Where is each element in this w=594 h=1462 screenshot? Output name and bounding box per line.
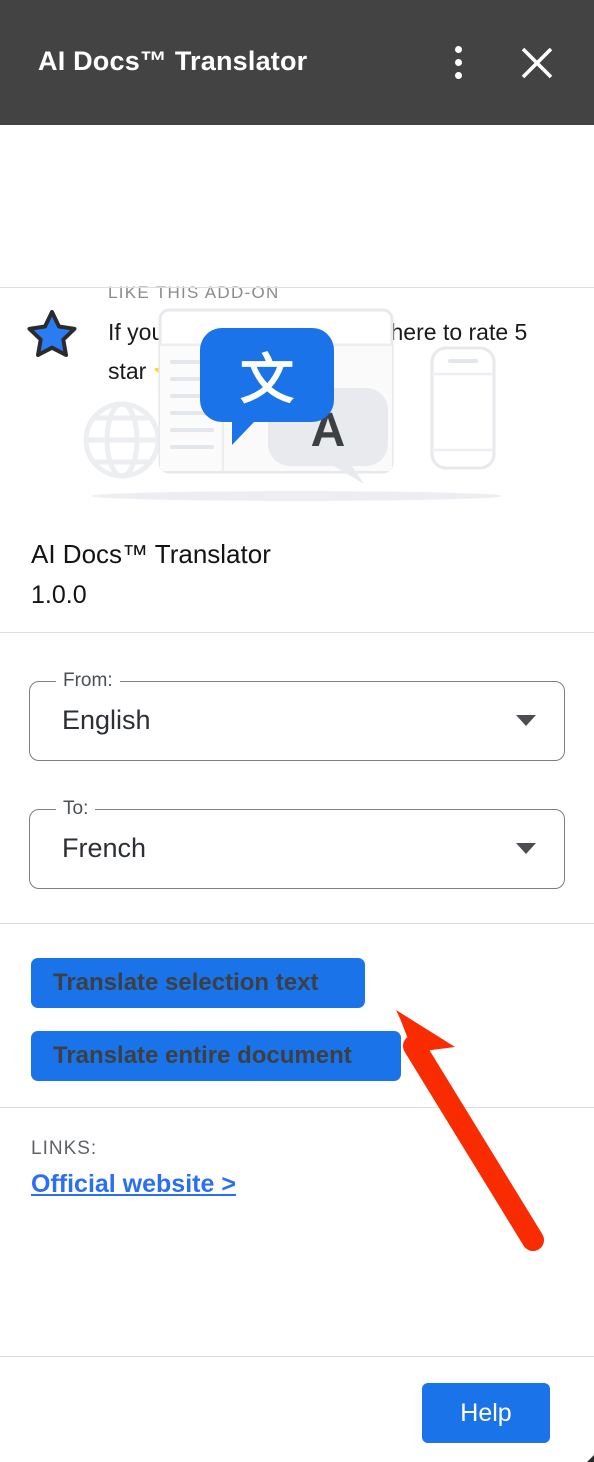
kebab-menu-icon[interactable] xyxy=(436,40,480,84)
page-title: AI Docs™ Translator xyxy=(38,46,308,76)
kebab-dot-3 xyxy=(454,71,462,79)
addon-sidebar-panel: AI Docs™ Translator LIKE THIS ADD-ON If … xyxy=(0,0,594,1462)
divider-above-links xyxy=(0,1107,594,1108)
translate-illustration: A 文 xyxy=(62,300,532,515)
svg-text:文: 文 xyxy=(240,350,294,410)
official-website-link[interactable]: Official website > xyxy=(31,1170,236,1199)
to-language-select[interactable]: To: French xyxy=(29,798,565,889)
chevron-down-icon[interactable] xyxy=(516,715,536,726)
divider-footer xyxy=(0,1356,594,1357)
addon-name: AI Docs™ Translator xyxy=(31,539,271,569)
addon-version: 1.0.0 xyxy=(31,581,87,609)
divider-above-selects xyxy=(0,632,594,633)
divider-above-actions xyxy=(0,923,594,924)
kebab-dot-2 xyxy=(454,58,462,66)
divider-top xyxy=(0,287,594,288)
resize-corner-mark xyxy=(582,1450,594,1462)
from-language-value: English xyxy=(62,705,151,735)
links-section-label: LINKS: xyxy=(31,1138,98,1159)
from-language-label: From: xyxy=(56,670,120,692)
titlebar: AI Docs™ Translator xyxy=(0,0,594,125)
translate-selection-button[interactable]: Translate selection text xyxy=(31,958,365,1008)
to-language-label: To: xyxy=(56,798,96,820)
chevron-down-icon[interactable] xyxy=(516,843,536,854)
help-button[interactable]: Help xyxy=(422,1383,550,1443)
translate-document-button[interactable]: Translate entire document xyxy=(31,1031,401,1081)
rate-addon-banner[interactable]: LIKE THIS ADD-ON If you like this Add-on… xyxy=(0,125,594,387)
close-icon[interactable] xyxy=(514,40,560,86)
kebab-dot-1 xyxy=(454,45,462,53)
from-language-select[interactable]: From: English xyxy=(29,670,565,761)
to-language-value: French xyxy=(62,833,147,863)
